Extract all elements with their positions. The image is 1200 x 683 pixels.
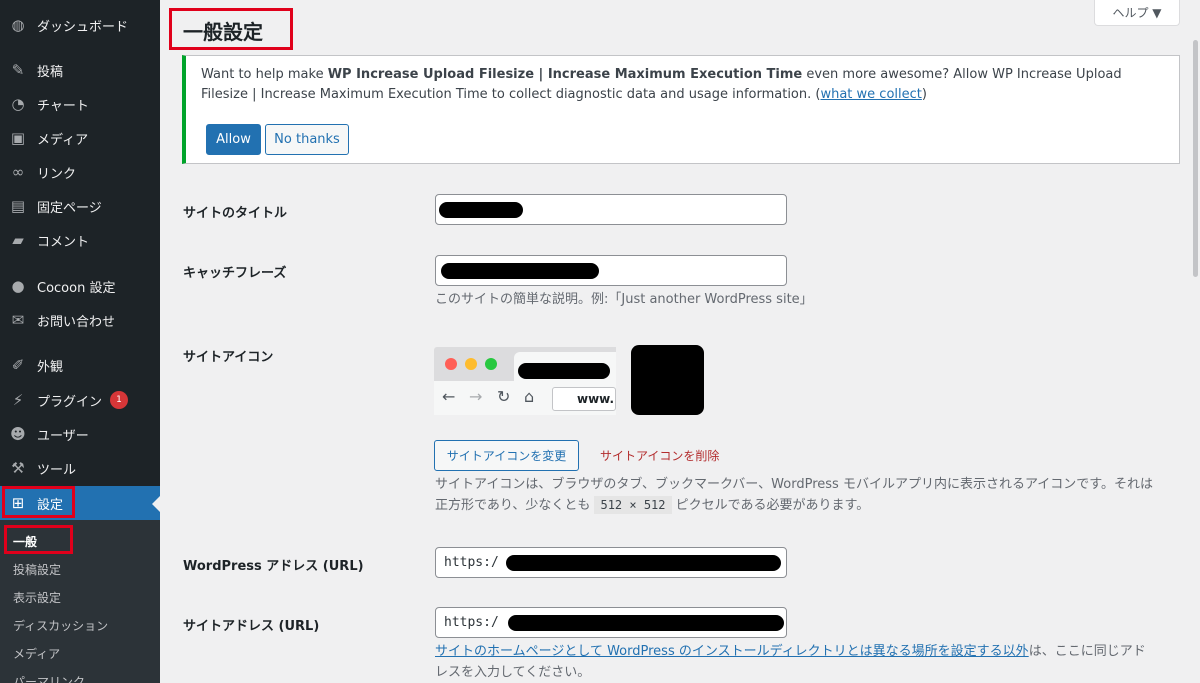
tagline-input[interactable] bbox=[435, 255, 787, 286]
sidebar-item-label: ユーザー bbox=[37, 428, 89, 444]
site-icon-image bbox=[631, 345, 704, 415]
sidebar-item-label: 固定ページ bbox=[37, 200, 102, 216]
sidebar-item-dashboard[interactable]: ◍ ダッシュボード bbox=[0, 8, 160, 42]
sidebar-item-label: リンク bbox=[37, 166, 77, 182]
sidebar-item-plugins[interactable]: ⚡ プラグイン 1 bbox=[0, 383, 160, 417]
remove-site-icon-link[interactable]: サイトアイコンを削除 bbox=[600, 447, 719, 464]
admin-sidebar: ◍ ダッシュボード ✎ 投稿 ◔ チャート ▣ メディア ∞ リンク ▤ 固定ペ… bbox=[0, 0, 160, 683]
site-address-description: サイトのホームページとして WordPress のインストールディレクトリとは異… bbox=[435, 644, 1146, 680]
submenu-item-permalinks[interactable]: パーマリンク bbox=[13, 673, 85, 683]
site-title-label: サイトのタイトル bbox=[183, 206, 288, 221]
user-icon: ☻ bbox=[10, 425, 26, 443]
minimize-dot-icon bbox=[465, 358, 477, 370]
sidebar-item-label: プラグイン bbox=[37, 394, 103, 410]
maximize-dot-icon bbox=[485, 358, 497, 370]
mail-icon: ✉ bbox=[11, 311, 25, 329]
page-icon: ▤ bbox=[10, 197, 26, 215]
pie-chart-icon: ◔ bbox=[11, 95, 25, 113]
sidebar-item-comments[interactable]: ▰ コメント bbox=[0, 223, 160, 257]
forward-arrow-icon: → bbox=[469, 387, 483, 406]
sidebar-item-chart[interactable]: ◔ チャート bbox=[0, 87, 160, 121]
close-dot-icon bbox=[445, 358, 457, 370]
what-we-collect-link[interactable]: what we collect bbox=[820, 87, 921, 102]
sidebar-item-label: メディア bbox=[37, 132, 89, 148]
sidebar-item-label: チャート bbox=[37, 98, 89, 114]
sidebar-item-media[interactable]: ▣ メディア bbox=[0, 121, 160, 155]
sidebar-item-pages[interactable]: ▤ 固定ページ bbox=[0, 189, 160, 223]
site-address-help-link[interactable]: サイトのホームページとして WordPress のインストールディレクトリとは異… bbox=[435, 644, 1029, 659]
sidebar-item-label: お問い合わせ bbox=[37, 314, 116, 330]
notice-text: Want to help make WP Increase Upload Fil… bbox=[201, 67, 1122, 102]
submenu-item-discussion[interactable]: ディスカッション bbox=[13, 617, 108, 634]
sidebar-item-tools[interactable]: ⚒ ツール bbox=[0, 451, 160, 485]
preview-url-box: www. bbox=[552, 387, 616, 411]
media-icon: ▣ bbox=[10, 129, 26, 147]
redaction bbox=[518, 363, 610, 379]
submenu-item-reading[interactable]: 表示設定 bbox=[13, 589, 61, 606]
redaction bbox=[441, 263, 599, 279]
wp-address-label: WordPress アドレス (URL) bbox=[183, 559, 364, 574]
tagline-label: キャッチフレーズ bbox=[183, 266, 287, 281]
site-icon-label: サイトアイコン bbox=[183, 350, 274, 365]
no-thanks-button[interactable]: No thanks bbox=[265, 124, 349, 155]
redaction bbox=[439, 202, 523, 218]
sidebar-item-posts[interactable]: ✎ 投稿 bbox=[0, 53, 160, 87]
sidebar-item-users[interactable]: ☻ ユーザー bbox=[0, 417, 160, 451]
submenu-item-writing[interactable]: 投稿設定 bbox=[13, 561, 61, 578]
browser-preview: ← → ↻ ⌂ www. bbox=[434, 347, 616, 415]
link-icon: ∞ bbox=[11, 163, 25, 181]
active-arrow-icon bbox=[152, 496, 160, 512]
tagline-description: このサイトの簡単な説明。例:「Just another WordPress si… bbox=[435, 292, 813, 307]
wrench-icon: ⚒ bbox=[11, 459, 25, 477]
plugin-notice: Want to help make WP Increase Upload Fil… bbox=[182, 55, 1180, 164]
scrollbar[interactable] bbox=[1193, 40, 1198, 277]
comment-icon: ▰ bbox=[12, 231, 24, 249]
site-title-input[interactable] bbox=[435, 194, 787, 225]
highlight-box-general bbox=[4, 525, 73, 554]
site-address-input[interactable]: https:/ bbox=[435, 607, 787, 638]
sidebar-item-label: ツール bbox=[37, 462, 77, 478]
highlight-box-settings bbox=[2, 486, 75, 518]
sidebar-item-appearance[interactable]: ✐ 外観 bbox=[0, 348, 160, 382]
sidebar-item-contact[interactable]: ✉ お問い合わせ bbox=[0, 303, 160, 337]
wp-address-input[interactable]: https:/ bbox=[435, 547, 787, 578]
change-site-icon-button[interactable]: サイトアイコンを変更 bbox=[434, 440, 579, 471]
redaction bbox=[506, 555, 781, 571]
plugin-icon: ⚡ bbox=[12, 391, 24, 409]
home-icon: ⌂ bbox=[524, 387, 535, 406]
pin-icon: ✎ bbox=[11, 61, 25, 79]
update-count-badge: 1 bbox=[110, 391, 129, 409]
sidebar-item-label: ダッシュボード bbox=[37, 19, 129, 35]
help-tab[interactable]: ヘルプ ▼ bbox=[1094, 0, 1180, 26]
brush-icon: ✐ bbox=[11, 356, 25, 374]
sidebar-item-label: Cocoon 設定 bbox=[37, 280, 116, 296]
highlight-box-title bbox=[169, 8, 293, 50]
site-icon-description: サイトアイコンは、ブラウザのタブ、ブックマークバー、WordPress モバイル… bbox=[435, 477, 1153, 514]
submenu-item-media[interactable]: メディア bbox=[13, 645, 60, 662]
site-address-label: サイトアドレス (URL) bbox=[183, 619, 320, 634]
icon-size-code: 512 × 512 bbox=[594, 496, 672, 514]
sidebar-item-label: コメント bbox=[37, 234, 90, 250]
sidebar-item-label: 外観 bbox=[37, 359, 64, 375]
plugin-name: WP Increase Upload Filesize | Increase M… bbox=[327, 67, 803, 82]
back-arrow-icon: ← bbox=[442, 387, 456, 406]
dashboard-icon: ◍ bbox=[11, 16, 25, 34]
sidebar-item-cocoon[interactable]: ● Cocoon 設定 bbox=[0, 269, 160, 303]
sidebar-item-label: 投稿 bbox=[37, 64, 64, 80]
redaction bbox=[508, 615, 784, 631]
allow-button[interactable]: Allow bbox=[206, 124, 261, 155]
sidebar-item-links[interactable]: ∞ リンク bbox=[0, 155, 160, 189]
cocoon-icon: ● bbox=[11, 277, 25, 295]
reload-icon: ↻ bbox=[497, 387, 511, 406]
